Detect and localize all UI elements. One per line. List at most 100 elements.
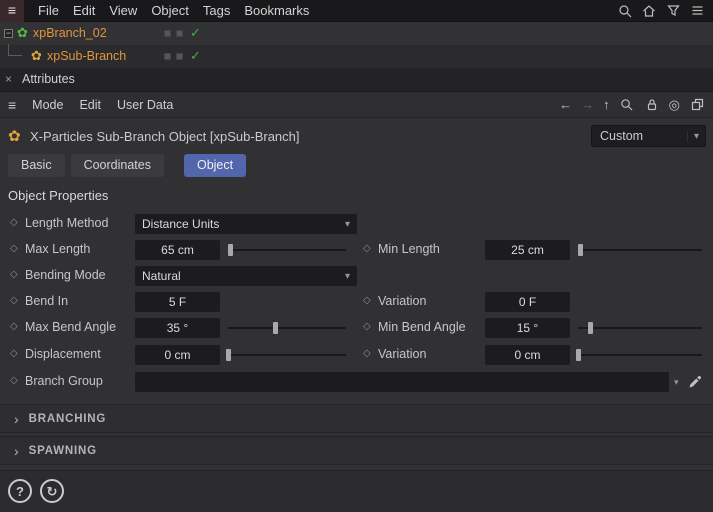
chevron-right-icon: ›	[14, 410, 19, 427]
slider-knob[interactable]	[226, 349, 231, 361]
length-method-select[interactable]: Distance Units ▾	[135, 214, 357, 234]
slider-knob[interactable]	[588, 322, 594, 334]
row-bend-in: ◇ Bend In 5 F ◇ Variation 0 F	[0, 291, 713, 313]
min-length-slider[interactable]	[578, 244, 702, 256]
render-visibility-dot[interactable]	[176, 30, 183, 37]
edit-menu[interactable]: Edit	[79, 98, 101, 112]
keyframe-dot-icon[interactable]: ◇	[10, 375, 18, 386]
back-icon[interactable]: ←	[559, 97, 572, 113]
keyframe-dot-icon[interactable]: ◇	[10, 269, 18, 280]
menubar: ≡ File Edit View Object Tags Bookmarks	[0, 0, 713, 22]
min-bend-angle-slider[interactable]	[578, 322, 702, 334]
max-length-field[interactable]: 65 cm	[135, 240, 220, 260]
home-icon[interactable]	[641, 3, 657, 19]
enabled-check-icon[interactable]: ✓	[190, 25, 201, 41]
disp-variation-field[interactable]: 0 cm	[485, 345, 570, 365]
attributes-tab-strip: × Attributes	[0, 68, 713, 92]
refresh-icon[interactable]: ↻	[40, 479, 64, 503]
bending-mode-select[interactable]: Natural ▾	[135, 266, 357, 286]
row-displacement: ◇ Displacement 0 cm ◇ Variation 0 cm	[0, 344, 713, 366]
preset-value: Custom	[600, 129, 644, 143]
slider-knob[interactable]	[228, 244, 234, 256]
menu-view[interactable]: View	[109, 3, 137, 18]
chevron-down-icon[interactable]: ▾	[674, 377, 679, 388]
up-icon[interactable]: ↑	[603, 97, 610, 113]
search-icon[interactable]	[617, 3, 633, 19]
preset-select[interactable]: Custom ▾	[591, 125, 706, 147]
slider-knob[interactable]	[576, 349, 581, 361]
render-visibility-dot[interactable]	[176, 53, 183, 60]
branch-group-field[interactable]	[135, 372, 669, 392]
help-icon[interactable]: ?	[8, 479, 32, 503]
keyframe-dot-icon[interactable]: ◇	[363, 243, 371, 254]
keyframe-dot-icon[interactable]: ◇	[363, 348, 371, 359]
keyframe-dot-icon[interactable]: ◇	[10, 321, 18, 332]
object-properties-heading: Object Properties	[8, 188, 109, 203]
attribute-tabs: Basic Coordinates Object	[8, 154, 247, 177]
editor-visibility-dot[interactable]	[164, 53, 171, 60]
disp-variation-slider[interactable]	[576, 349, 702, 361]
focus-icon[interactable]: ◎	[669, 97, 680, 113]
tab-coordinates[interactable]: Coordinates	[70, 154, 164, 177]
object-type-icon: ✿	[8, 128, 21, 145]
forward-icon[interactable]: →	[581, 97, 594, 113]
displacement-field[interactable]: 0 cm	[135, 345, 220, 365]
branching-section-label: BRANCHING	[28, 412, 107, 425]
bend-in-field[interactable]: 5 F	[135, 292, 220, 312]
object-row-xpsubbranch[interactable]: ✿ xpSub-Branch ✓	[0, 44, 713, 68]
menu-tags[interactable]: Tags	[203, 3, 230, 18]
tab-basic[interactable]: Basic	[8, 154, 65, 177]
footer-bar: ? ↻	[0, 470, 713, 512]
object-title: X-Particles Sub-Branch Object [xpSub-Bra…	[30, 129, 300, 144]
keyframe-dot-icon[interactable]: ◇	[10, 295, 18, 306]
mode-bar-icons: ← → ↑ ◎	[559, 97, 713, 113]
object-row-xpbranch[interactable]: − ✿ xpBranch_02 ✓	[0, 22, 713, 45]
popout-icon[interactable]	[689, 97, 705, 113]
min-bend-angle-field[interactable]: 15 °	[485, 318, 570, 338]
menu-bookmarks[interactable]: Bookmarks	[244, 3, 309, 18]
close-icon[interactable]: ×	[5, 72, 12, 86]
keyframe-dot-icon[interactable]: ◇	[363, 295, 371, 306]
tree-connector-line	[8, 44, 22, 56]
panel-menu-icon[interactable]: ≡	[8, 97, 16, 113]
filter-icon[interactable]	[665, 3, 681, 19]
editor-visibility-dot[interactable]	[164, 30, 171, 37]
attributes-panel-tab[interactable]: Attributes	[22, 72, 75, 86]
max-bend-angle-slider[interactable]	[228, 322, 346, 334]
displacement-slider[interactable]	[226, 349, 346, 361]
object-name[interactable]: xpBranch_02	[33, 26, 107, 40]
tab-object[interactable]: Object	[183, 154, 247, 177]
row-bend-angle: ◇ Max Bend Angle 35 ° ◇ Min Bend Angle 1…	[0, 317, 713, 339]
object-manager: − ✿ xpBranch_02 ✓ ✿ xpSub-Branch ✓	[0, 22, 713, 68]
min-length-field[interactable]: 25 cm	[485, 240, 570, 260]
object-name[interactable]: xpSub-Branch	[47, 49, 126, 63]
search-icon[interactable]	[619, 97, 635, 113]
bend-variation-field[interactable]: 0 F	[485, 292, 570, 312]
lock-icon[interactable]	[644, 97, 660, 113]
disp-variation-label: Variation	[378, 347, 427, 361]
max-bend-angle-field[interactable]: 35 °	[135, 318, 220, 338]
keyframe-dot-icon[interactable]: ◇	[10, 217, 18, 228]
menu-edit[interactable]: Edit	[73, 3, 95, 18]
main-menu-icon[interactable]: ≡	[0, 0, 24, 22]
menu-object[interactable]: Object	[151, 3, 189, 18]
row-length: ◇ Max Length 65 cm ◇ Min Length 25 cm	[0, 239, 713, 261]
menu-file[interactable]: File	[38, 3, 59, 18]
section-spawning[interactable]: › SPAWNING	[0, 436, 713, 465]
expand-toggle-icon[interactable]: −	[4, 29, 13, 38]
bend-in-label: Bend In	[25, 294, 69, 308]
user-data-menu[interactable]: User Data	[117, 98, 173, 112]
max-length-slider[interactable]	[228, 244, 346, 256]
slider-knob[interactable]	[578, 244, 584, 256]
list-menu-icon[interactable]	[689, 3, 705, 19]
keyframe-dot-icon[interactable]: ◇	[10, 348, 18, 359]
eyedropper-icon[interactable]	[688, 374, 703, 392]
keyframe-dot-icon[interactable]: ◇	[10, 243, 18, 254]
branch-group-label: Branch Group	[25, 374, 103, 388]
mode-menu[interactable]: Mode	[32, 98, 63, 112]
menubar-icons	[617, 3, 713, 19]
slider-knob[interactable]	[273, 322, 279, 334]
section-branching[interactable]: › BRANCHING	[0, 404, 713, 433]
enabled-check-icon[interactable]: ✓	[190, 48, 201, 64]
keyframe-dot-icon[interactable]: ◇	[363, 321, 371, 332]
